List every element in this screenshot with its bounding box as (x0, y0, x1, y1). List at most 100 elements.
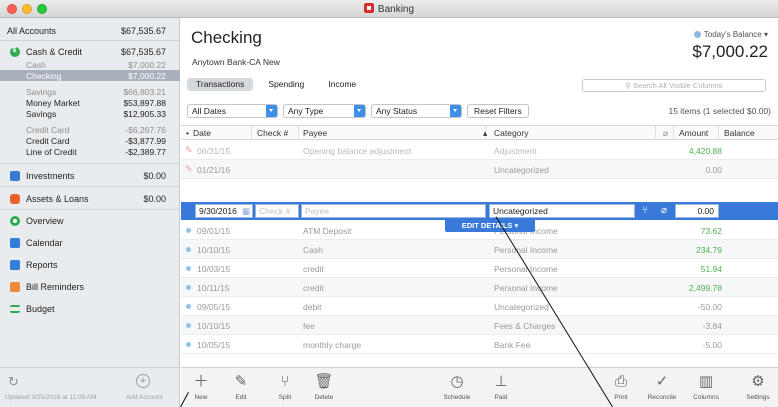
reconcile-button[interactable]: ✓ Reconcile (642, 372, 682, 401)
table-row[interactable]: 09/05/15 debit Uncategorized -50.00 (181, 297, 778, 316)
search-input[interactable]: ⚲ Search All Visible Columns (582, 79, 766, 92)
status-dot-icon (186, 247, 191, 252)
divider (0, 163, 180, 164)
filter-bar: All Dates Any Type Any Status Reset Filt… (187, 104, 777, 118)
amount-input[interactable]: 0.00 (675, 204, 719, 218)
overview-icon (10, 216, 20, 226)
table-row[interactable]: ✎ 06/31/15 Opening balance adjustment Ad… (181, 141, 778, 160)
column-amount[interactable]: Amount (679, 128, 708, 138)
sidebar-group-credit-card[interactable]: Credit Card -$6,267.76 (0, 124, 180, 135)
paid-button[interactable]: ⊥ Paid (481, 372, 521, 401)
table-row[interactable]: 10/10/15 Cash Personal Income 234.79 (181, 240, 778, 259)
bill-reminder-icon (10, 282, 20, 292)
check-number-input[interactable]: Check # (255, 204, 299, 218)
clock-icon: ◷ (450, 373, 464, 390)
divider (0, 186, 180, 187)
status-filter-select[interactable]: Any Status (371, 104, 462, 118)
sidebar-item-reports[interactable]: Reports (0, 258, 180, 272)
sort-indicator-icon: • (186, 128, 189, 138)
sidebar-group-cash[interactable]: Cash $7,000.22 (0, 59, 180, 70)
app-icon (363, 3, 374, 13)
investments-icon (10, 171, 20, 181)
trash-icon: 🗑 (314, 373, 334, 390)
settings-button[interactable]: ⚙ Settings (738, 372, 778, 401)
table-row[interactable]: ✎ 01/21/16 Uncategorized 0.00 (181, 160, 778, 179)
tab-spending[interactable]: Spending (259, 78, 313, 91)
add-account-button[interactable]: + (136, 374, 150, 388)
category-input[interactable]: Uncategorized (489, 204, 635, 218)
sidebar-item-checking[interactable]: Checking $7,000.22 (0, 70, 180, 81)
chevron-down-icon (266, 105, 277, 117)
sidebar-item-investments[interactable]: Investments $0.00 (0, 169, 180, 183)
edit-button[interactable]: ✎ Edit (221, 372, 261, 401)
sidebar-group-savings[interactable]: Savings $66,803.21 (0, 86, 180, 97)
window-title: Banking (0, 3, 778, 15)
column-balance[interactable]: Balance (724, 128, 755, 138)
status-dot-icon (186, 304, 191, 309)
chevron-down-icon (450, 105, 461, 117)
table-row[interactable]: 10/03/15 credit Personal Income 51.94 (181, 259, 778, 278)
date-input[interactable]: 9/30/2016 ▦ (195, 204, 253, 218)
sidebar-item-cash-credit[interactable]: Cash & Credit $67,535.67 (0, 45, 180, 59)
car-icon (10, 194, 20, 204)
sidebar-item-bill-reminders[interactable]: Bill Reminders (0, 280, 180, 294)
edit-details-button[interactable]: EDIT DETAILS ▾ (445, 220, 535, 232)
page-title: Checking (191, 28, 262, 47)
tab-income[interactable]: Income (319, 78, 365, 91)
last-updated-text: Updated 3/25/2016 at 11:08 AM (5, 394, 97, 401)
split-icon[interactable]: ⑂ (642, 205, 648, 216)
reset-filters-button[interactable]: Reset Filters (467, 104, 529, 118)
payee-input[interactable]: Payee (301, 204, 486, 218)
todays-balance-menu[interactable]: Today's Balance ▾ (693, 30, 768, 39)
column-check[interactable]: Check # (257, 128, 288, 138)
attachment-icon[interactable]: ⌀ (661, 205, 667, 216)
plus-icon: ＋ (193, 373, 209, 390)
status-dot-icon (186, 323, 191, 328)
add-account-label[interactable]: Add Account (126, 394, 163, 401)
calendar-icon[interactable]: ▦ (242, 205, 250, 217)
chevron-down-icon (354, 105, 365, 117)
pencil-icon: ✎ (234, 373, 248, 390)
table-row[interactable]: 10/11/15 credit Personal Income 2,499.78 (181, 278, 778, 297)
refresh-icon[interactable]: ↻ (8, 374, 19, 390)
column-date[interactable]: Date (193, 128, 211, 138)
cash-icon (10, 47, 20, 57)
delete-button[interactable]: 🗑 Delete (304, 372, 344, 401)
columns-icon: ▥ (698, 373, 714, 390)
todays-balance-amount: $7,000.22 (692, 42, 768, 61)
split-icon: ⑂ (280, 373, 290, 390)
sidebar-item-budget[interactable]: Budget (0, 302, 180, 316)
table-row[interactable]: 10/05/15 monthly charge Bank Fee -5.00 (181, 335, 778, 354)
bank-name: Anytown Bank-CA New (192, 57, 280, 67)
search-icon: ⚲ (625, 81, 634, 90)
status-dot-icon (186, 266, 191, 271)
bottom-toolbar: ＋ New ✎ Edit ⑂ Split 🗑 Delete ◷ Schedule ⊥ Pai… (181, 367, 778, 407)
paid-icon: ⊥ (494, 373, 508, 390)
sidebar-item-assets-loans[interactable]: Assets & Loans $0.00 (0, 192, 180, 206)
printer-icon: ⎙ (614, 373, 627, 390)
checkmark-icon: ✓ (655, 373, 669, 390)
type-filter-select[interactable]: Any Type (283, 104, 366, 118)
tab-transactions[interactable]: Transactions (187, 78, 254, 91)
pencil-icon: ✎ (185, 164, 193, 174)
sidebar-item-calendar[interactable]: Calendar (0, 236, 180, 250)
sidebar-item-all-accounts[interactable]: All Accounts $67,535.67 (0, 24, 180, 38)
sidebar-item-savings[interactable]: Savings $12,905.33 (0, 108, 180, 119)
column-category[interactable]: Category (494, 128, 529, 138)
column-payee[interactable]: Payee (303, 128, 327, 138)
balance-dot-icon (693, 31, 701, 38)
sidebar-item-overview[interactable]: Overview (0, 214, 180, 228)
columns-button[interactable]: ▥ Columns (686, 372, 726, 401)
transaction-edit-row: 9/30/2016 ▦ Check # Payee Uncategorized ⑂… (181, 202, 778, 220)
split-button[interactable]: ⑂ Split (265, 372, 305, 401)
sidebar-item-credit-card[interactable]: Credit Card -$3,877.99 (0, 135, 180, 146)
sidebar-item-money-market[interactable]: Money Market $53,897.88 (0, 97, 180, 108)
status-dot-icon (186, 228, 191, 233)
view-tabs: Transactions Spending Income (187, 78, 371, 91)
sidebar-item-line-of-credit[interactable]: Line of Credit -$2,389.77 (0, 146, 180, 157)
table-row[interactable]: 10/10/15 fee Fees & Charges -3.84 (181, 316, 778, 335)
date-filter-select[interactable]: All Dates (187, 104, 278, 118)
sidebar-footer: ↻ Updated 3/25/2016 at 11:08 AM + Add Ac… (0, 367, 180, 407)
new-button[interactable]: ＋ New (181, 372, 221, 401)
schedule-button[interactable]: ◷ Schedule (437, 372, 477, 401)
